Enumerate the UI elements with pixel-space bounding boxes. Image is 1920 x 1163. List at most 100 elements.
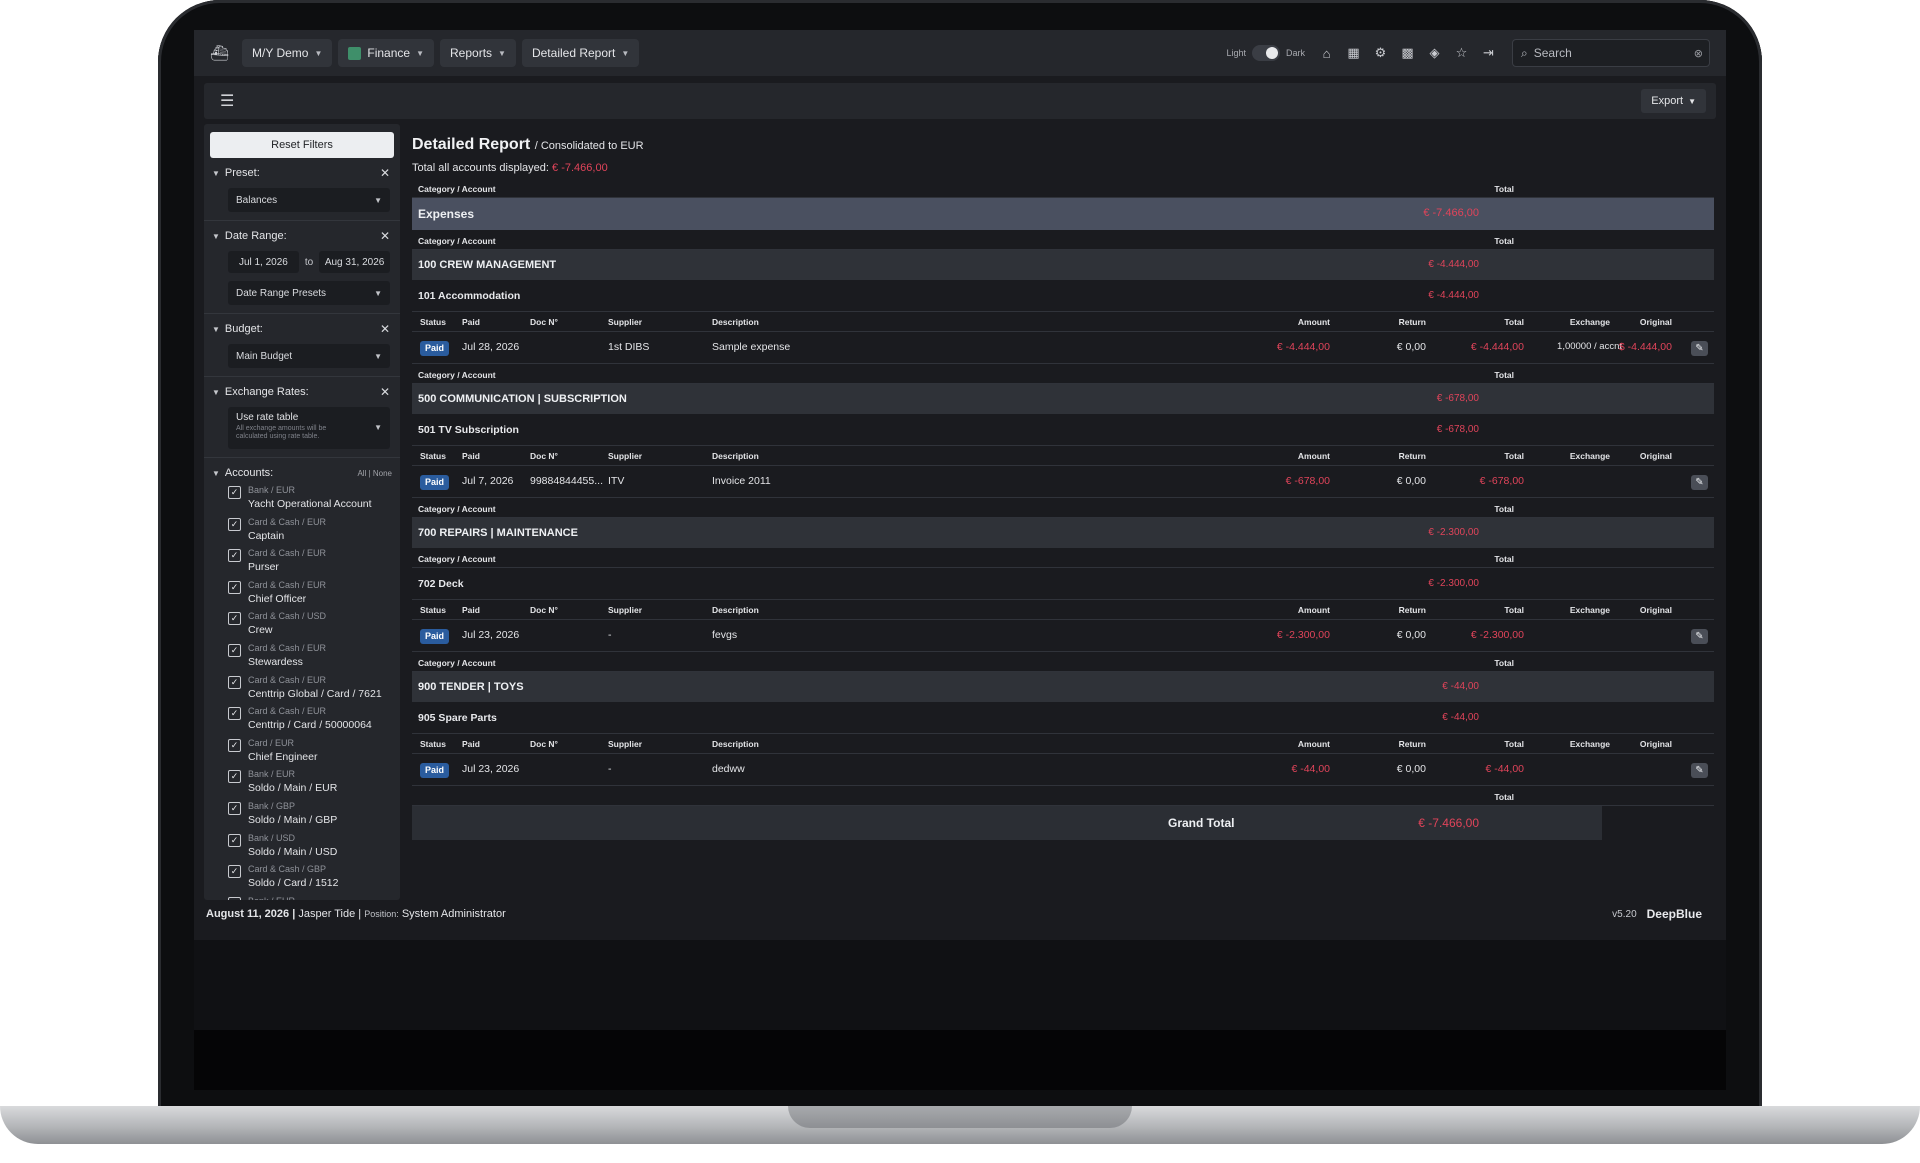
account-item[interactable]: ✓ Card & Cash / EUR Chief Officer (204, 577, 400, 609)
account-item[interactable]: ✓ Card & Cash / EUR Captain (204, 514, 400, 546)
edit-pencil-icon[interactable]: ✎ (1691, 341, 1708, 356)
clear-icon[interactable]: ⊗ (1694, 47, 1703, 60)
col-status: Status (420, 451, 446, 461)
nav-label: Finance (367, 46, 411, 60)
account-name: Soldo / Main / EUR (248, 782, 338, 795)
filter-header[interactable]: ▼ Budget: ✕ (204, 320, 400, 338)
grid-icon[interactable]: ▩ (1394, 45, 1421, 61)
close-icon[interactable]: ✕ (380, 166, 390, 180)
category-total: € -2.300,00 (1428, 527, 1479, 538)
account-item[interactable]: ✓ Card / EUR Chief Engineer (204, 735, 400, 767)
budget-select[interactable]: Main Budget ▼ (228, 344, 390, 368)
preset-select[interactable]: Balances ▼ (228, 188, 390, 212)
checkbox-checked-icon[interactable]: ✓ (228, 865, 241, 879)
account-item[interactable]: ✓ Card & Cash / USD Crew (204, 608, 400, 640)
logout-icon[interactable]: ⇥ (1475, 45, 1502, 61)
date-presets-select[interactable]: Date Range Presets ▼ (228, 281, 390, 305)
close-icon[interactable]: ✕ (380, 385, 390, 399)
subcategory-row[interactable]: 702 Deck € -2.300,00 (412, 568, 1714, 600)
table-row[interactable]: Paid Jul 28, 2026 1st DIBS Sample expense € … (412, 332, 1714, 364)
category-row[interactable]: 900 TENDER | TOYS € -44,00 (412, 672, 1714, 702)
account-item[interactable]: ✓ Card & Cash / GBP Soldo / Card / 1512 (204, 861, 400, 893)
category-row[interactable]: 700 REPAIRS | MAINTENANCE € -2.300,00 (412, 518, 1714, 548)
col-doc: Doc N° (530, 739, 558, 749)
subcategory-row[interactable]: 501 TV Subscription € -678,00 (412, 414, 1714, 446)
nav-finance-dropdown[interactable]: Finance ▼ (338, 39, 435, 67)
subcategory-row[interactable]: 101 Accommodation € -4.444,00 (412, 280, 1714, 312)
app-screen: ⛴ M/Y Demo ▼ Finance ▼ Reports ▼ Detaile… (194, 30, 1726, 1030)
subcategory-name: 501 TV Subscription (418, 424, 519, 436)
footer-user-info: August 11, 2026 | Jasper Tide | Position… (206, 908, 506, 920)
report-panel: Detailed Report / Consolidated to EUR To… (406, 124, 1716, 900)
star-icon[interactable]: ☆ (1448, 45, 1475, 61)
diamond-icon[interactable]: ◈ (1421, 45, 1448, 61)
account-item[interactable]: ✓ Bank / USD Soldo / Main / USD (204, 830, 400, 862)
edit-pencil-icon[interactable]: ✎ (1691, 629, 1708, 644)
account-item[interactable]: ✓ Card & Cash / EUR Centtrip Global / Card… (204, 672, 400, 704)
caret-down-icon: ▼ (374, 423, 382, 432)
checkbox-checked-icon[interactable]: ✓ (228, 643, 241, 657)
filter-header[interactable]: ▼ Date Range: ✕ (204, 227, 400, 245)
account-name: Soldo / Card / 1512 (248, 877, 339, 890)
table-row[interactable]: Paid Jul 23, 2026 - fevgs € -2.300,00 € 0,00 €… (412, 620, 1714, 652)
checkbox-checked-icon[interactable]: ✓ (228, 675, 241, 689)
category-row[interactable]: 100 CREW MANAGEMENT € -4.444,00 (412, 250, 1714, 280)
cell-total: € -4.444,00 (1470, 341, 1524, 353)
export-button[interactable]: Export ▼ (1641, 89, 1706, 113)
edit-pencil-icon[interactable]: ✎ (1691, 475, 1708, 490)
date-from-input[interactable]: Jul 1, 2026 (228, 251, 299, 273)
theme-toggle[interactable] (1251, 45, 1280, 61)
subcategory-row[interactable]: 905 Spare Parts € -44,00 (412, 702, 1714, 734)
checkbox-checked-icon[interactable]: ✓ (228, 580, 241, 594)
collapse-icon: ▼ (212, 387, 220, 397)
cell-supplier: - (608, 629, 612, 641)
cell-amount: € -678,00 (1285, 475, 1330, 487)
checkbox-checked-icon[interactable]: ✓ (228, 549, 241, 563)
account-type: Bank / USD (248, 832, 296, 843)
cell-description: dedww (712, 763, 745, 775)
account-item[interactable]: ✓ Card & Cash / EUR Centtrip / Card / 5000… (204, 703, 400, 735)
cell-total: € -44,00 (1485, 763, 1524, 775)
calendar-icon[interactable]: ▦ (1340, 45, 1367, 61)
table-row[interactable]: Paid Jul 23, 2026 - dedww € -44,00 € 0,00 € -4… (412, 754, 1714, 786)
account-item[interactable]: ✓ Bank / EUR Yacht Operational Account (204, 482, 400, 514)
close-icon[interactable]: ✕ (380, 322, 390, 336)
account-item[interactable]: ✓ Bank / EUR Soldo / Main / EUR (204, 766, 400, 798)
category-row[interactable]: 500 COMMUNICATION | SUBSCRIPTION € -678,0… (412, 384, 1714, 414)
nav-reports-dropdown[interactable]: Reports ▼ (440, 39, 516, 67)
checkbox-checked-icon[interactable]: ✓ (228, 770, 241, 784)
filter-header[interactable]: ▼ Preset: ✕ (204, 164, 400, 182)
home-icon[interactable]: ⌂ (1313, 46, 1340, 61)
budget-filter: ▼ Budget: ✕ Main Budget ▼ (204, 314, 400, 377)
account-item[interactable]: ✓ Bank / GBP Soldo / Main / GBP (204, 798, 400, 830)
nav-vessel-dropdown[interactable]: M/Y Demo ▼ (242, 39, 333, 67)
col-supplier: Supplier (608, 739, 643, 749)
date-to-input[interactable]: Aug 31, 2026 (319, 251, 390, 273)
checkbox-checked-icon[interactable]: ✓ (228, 707, 241, 721)
account-item[interactable]: ✓ Card & Cash / EUR Purser (204, 545, 400, 577)
exchange-rate-select[interactable]: Use rate table All exchange amounts will… (228, 407, 390, 449)
cell-total: € -678,00 (1479, 475, 1524, 487)
checkbox-checked-icon[interactable]: ✓ (228, 612, 241, 626)
collapse-icon: ▼ (212, 231, 220, 241)
edit-pencil-icon[interactable]: ✎ (1691, 763, 1708, 778)
ship-logo-icon[interactable]: ⛴ (210, 44, 236, 62)
accounts-header[interactable]: ▼ Accounts: All | None (204, 458, 400, 482)
menu-icon[interactable]: ☰ (220, 91, 234, 111)
table-row[interactable]: Paid Jul 7, 2026 99884844455... ITV Invoice … (412, 466, 1714, 498)
account-item[interactable]: ✓Bank / EURCard / 7890 (204, 893, 400, 900)
reset-filters-button[interactable]: Reset Filters (210, 132, 394, 158)
filter-header[interactable]: ▼ Exchange Rates: ✕ (204, 383, 400, 401)
search-input[interactable]: ⌕ Search ⊗ (1512, 39, 1710, 67)
account-item[interactable]: ✓ Card & Cash / EUR Stewardess (204, 640, 400, 672)
checkbox-checked-icon[interactable]: ✓ (228, 833, 241, 847)
gear-icon[interactable]: ⚙ (1367, 45, 1394, 61)
close-icon[interactable]: ✕ (380, 229, 390, 243)
nav-detailed-report-dropdown[interactable]: Detailed Report ▼ (521, 39, 640, 67)
all-none-toggle[interactable]: All | None (357, 469, 392, 478)
expenses-row[interactable]: Expenses € -7.466,00 (412, 198, 1714, 230)
checkbox-checked-icon[interactable]: ✓ (228, 801, 241, 815)
checkbox-checked-icon[interactable]: ✓ (228, 486, 241, 499)
checkbox-checked-icon[interactable]: ✓ (228, 517, 241, 531)
checkbox-checked-icon[interactable]: ✓ (228, 738, 241, 752)
